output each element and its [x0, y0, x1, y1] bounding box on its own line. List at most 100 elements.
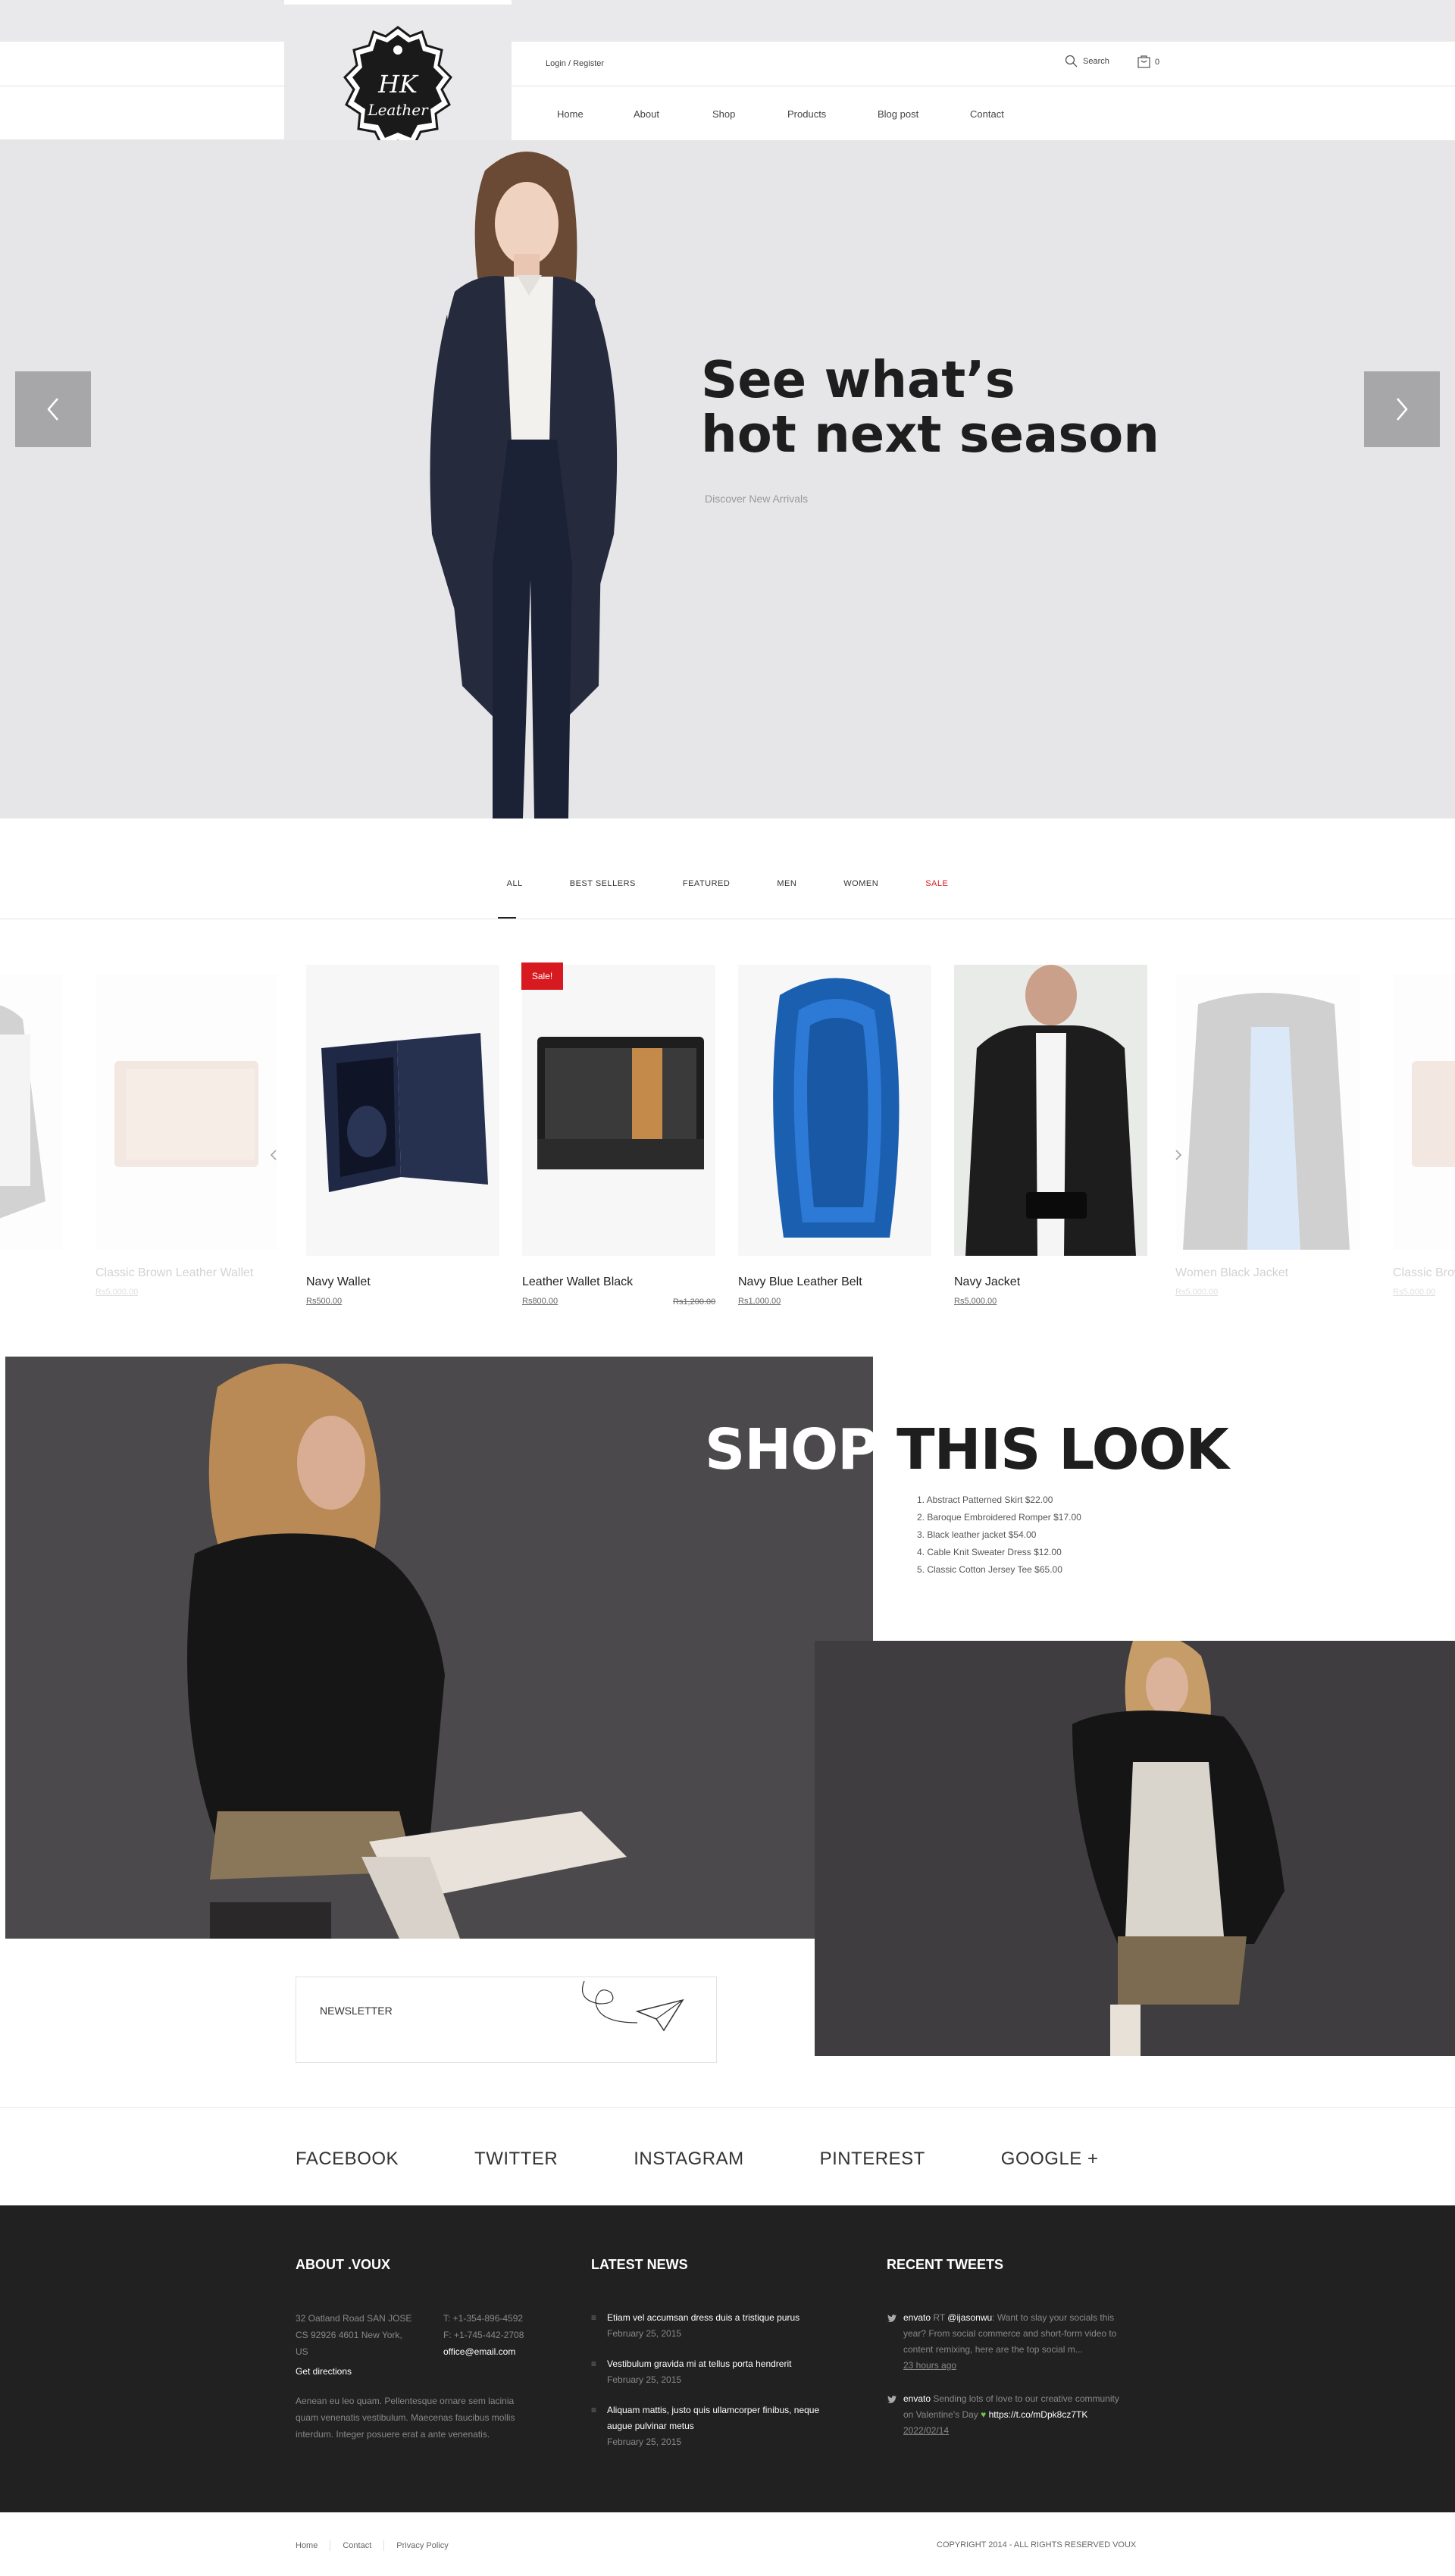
footer-contact: T: +1-354-896-4592 F: +1-745-442-2708 of… — [443, 2310, 524, 2360]
heart-icon: ♥ — [981, 2409, 987, 2420]
footer-directions-link[interactable]: Get directions — [296, 2363, 352, 2380]
news-item[interactable]: ≡ Etiam vel accumsan dress duis a tristiq… — [591, 2310, 799, 2342]
tab-featured[interactable]: FEATURED — [683, 879, 730, 903]
tweet-text-line: content remixing, here are the top socia… — [903, 2344, 1083, 2355]
cart-icon — [1137, 55, 1150, 68]
tweet-handle[interactable]: @ijasonwu — [947, 2312, 992, 2323]
nav-shop[interactable]: Shop — [712, 108, 787, 120]
tab-all[interactable]: ALL — [507, 879, 523, 903]
shop-look-item[interactable]: 5. Classic Cotton Jersey Tee $65.00 — [917, 1561, 1081, 1579]
social-facebook[interactable]: FACEBOOK — [296, 2149, 399, 2170]
tab-best-sellers[interactable]: BEST SELLERS — [570, 879, 636, 903]
tweet-text: RT — [933, 2312, 945, 2323]
link-separator — [383, 2540, 385, 2551]
product-card[interactable]: Navy Wallet Rs500.00 — [306, 965, 499, 1306]
bottom-link-home[interactable]: Home — [296, 2541, 318, 2550]
tab-women[interactable]: WOMEN — [843, 879, 878, 903]
chevron-right-icon — [1397, 398, 1408, 421]
product-card[interactable]: Leather Wallet Black Rs800.00 — [522, 965, 715, 1306]
tweet-time[interactable]: 23 hours ago — [903, 2358, 1116, 2374]
bottom-link-privacy[interactable]: Privacy Policy — [396, 2541, 448, 2550]
footer-about-heading: ABOUT .VOUX — [296, 2257, 391, 2272]
nav-contact[interactable]: Contact — [970, 108, 1004, 120]
news-title-line2[interactable]: augue pulvinar metus — [607, 2418, 819, 2434]
nav-home[interactable]: Home — [557, 108, 634, 120]
hero-title-line1: See what’s — [701, 350, 1015, 409]
newsletter-box[interactable]: NEWSLETTER — [296, 1977, 717, 2063]
shop-look-item[interactable]: 3. Black leather jacket $54.00 — [917, 1526, 1081, 1544]
product-card[interactable]: Women Black Jacket Rs5,000.00 — [1175, 974, 1360, 1297]
hero-next-button[interactable] — [1364, 371, 1440, 447]
paper-plane-icon[interactable] — [577, 1977, 690, 2045]
product-card-partial-left[interactable] — [0, 974, 63, 1250]
product-image[interactable] — [1175, 974, 1360, 1250]
about-text-line: quam venenatis vestibulum. Maecenas fauc… — [296, 2412, 515, 2423]
product-filter-tabs: ALL BEST SELLERS FEATURED MEN WOMEN SALE — [0, 879, 1455, 903]
news-item[interactable]: ≡ Aliquam mattis, justo quis ullamcorper … — [591, 2402, 819, 2450]
bottom-links: Home Contact Privacy Policy — [296, 2540, 449, 2551]
list-bullet-icon: ≡ — [591, 2405, 597, 2415]
social-twitter[interactable]: TWITTER — [474, 2149, 558, 2170]
address-line: 32 Oatland Road SAN JOSE — [296, 2313, 412, 2324]
nav-products[interactable]: Products — [787, 108, 878, 120]
news-date: February 25, 2015 — [607, 2328, 682, 2339]
list-bullet-icon: ≡ — [591, 2312, 597, 2323]
product-name[interactable]: Classic Brown Leather Wallet — [95, 1266, 277, 1280]
hero-subtitle-link[interactable]: Discover New Arrivals — [705, 493, 808, 505]
shop-look-item[interactable]: 1. Abstract Patterned Skirt $22.00 — [917, 1491, 1081, 1509]
tweet-item: envato RT @ijasonwu: Want to slay your s… — [887, 2310, 1159, 2374]
chevron-right-icon — [1175, 1150, 1182, 1160]
login-register-link[interactable]: Login / Register — [546, 59, 604, 68]
product-image[interactable] — [738, 965, 931, 1256]
hero-title: See what’s hot next season — [701, 352, 1159, 462]
product-name[interactable]: Navy Jacket — [954, 1275, 1147, 1289]
news-title[interactable]: Vestibulum gravida mi at tellus porta he… — [607, 2356, 791, 2372]
tweet-item: envato Sending lots of love to our creat… — [887, 2391, 1175, 2439]
product-image[interactable] — [306, 965, 499, 1256]
product-name[interactable]: Women Black Jacket — [1175, 1266, 1360, 1280]
bottom-link-contact[interactable]: Contact — [343, 2541, 371, 2550]
product-image[interactable] — [95, 974, 277, 1250]
tweet-time[interactable]: 2022/02/14 — [903, 2423, 1119, 2439]
social-divider — [0, 2107, 1455, 2108]
site-logo[interactable]: HK Leather — [337, 23, 458, 159]
product-image[interactable] — [522, 965, 715, 1256]
carousel-prev-button[interactable] — [270, 1149, 277, 1165]
footer-about-text: Aenean eu leo quam. Pellentesque ornare … — [296, 2393, 515, 2443]
tab-men[interactable]: MEN — [777, 879, 796, 903]
product-name[interactable]: Leather Wallet Black — [522, 1275, 715, 1289]
product-card[interactable]: Classic Brown Leather Wallet Rs5,000.00 — [95, 974, 277, 1297]
tab-sale[interactable]: SALE — [925, 879, 948, 903]
tweet-link[interactable]: https://t.co/mDpk8cz7TK — [989, 2409, 1088, 2420]
carousel-next-button[interactable] — [1175, 1149, 1182, 1165]
nav-about[interactable]: About — [634, 108, 712, 120]
shop-look-item[interactable]: 4. Cable Knit Sweater Dress $12.00 — [917, 1544, 1081, 1561]
product-card[interactable]: Navy Jacket Rs5,000.00 — [954, 965, 1147, 1306]
news-item[interactable]: ≡ Vestibulum gravida mi at tellus porta h… — [591, 2356, 791, 2388]
social-google-plus[interactable]: GOOGLE + — [1001, 2149, 1099, 2170]
footer-email[interactable]: office@email.com — [443, 2343, 524, 2360]
nav-blog-post[interactable]: Blog post — [878, 108, 970, 120]
product-image[interactable] — [954, 965, 1147, 1256]
hero-prev-button[interactable] — [15, 371, 91, 447]
search-button[interactable]: Search — [1065, 55, 1109, 68]
social-instagram[interactable]: INSTAGRAM — [634, 2149, 743, 2170]
cart-button[interactable]: 0 — [1137, 55, 1159, 70]
footer-phone: T: +1-354-896-4592 — [443, 2313, 524, 2324]
product-name[interactable]: Classic Brown Leather Wallet — [1393, 1266, 1455, 1280]
tweet-user[interactable]: envato — [903, 2312, 931, 2323]
social-pinterest[interactable]: PINTEREST — [820, 2149, 925, 2170]
news-title[interactable]: Aliquam mattis, justo quis ullamcorper f… — [607, 2402, 819, 2418]
product-name[interactable]: Navy Wallet — [306, 1275, 499, 1289]
product-card[interactable]: Navy Blue Leather Belt Rs1,000.00 — [738, 965, 931, 1306]
tweet-text-line: year? From social commerce and short-for… — [903, 2328, 1117, 2339]
product-name[interactable]: Navy Blue Leather Belt — [738, 1275, 931, 1289]
hero-title-line2: hot next season — [701, 405, 1159, 464]
news-title[interactable]: Etiam vel accumsan dress duis a tristiqu… — [607, 2310, 799, 2326]
tweet-user[interactable]: envato — [903, 2393, 931, 2404]
address-line: CS 92926 4601 New York, — [296, 2330, 402, 2340]
product-card-partial-right[interactable]: Classic Brown Leather Wallet Rs5,000.00 — [1393, 974, 1455, 1297]
footer-address: 32 Oatland Road SAN JOSE CS 92926 4601 N… — [296, 2310, 411, 2360]
shop-look-item[interactable]: 2. Baroque Embroidered Romper $17.00 — [917, 1509, 1081, 1526]
shop-look-title-part1: SHOP — [705, 1417, 878, 1482]
